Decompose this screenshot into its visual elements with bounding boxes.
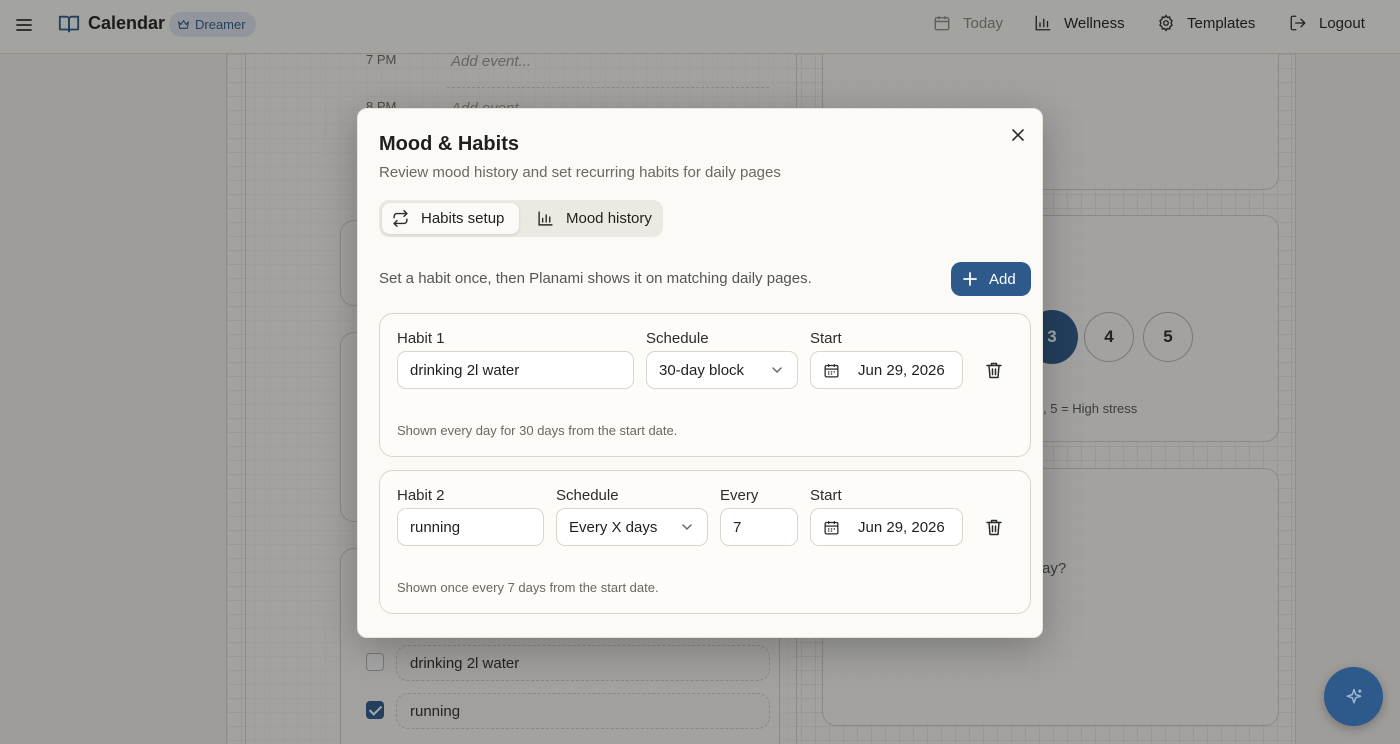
- habit-1-start-value: Jun 29, 2026: [858, 361, 945, 379]
- habit-1-label: Habit 1: [397, 330, 445, 347]
- habit-2-label: Habit 2: [397, 487, 445, 504]
- sparkle-icon: [1346, 688, 1361, 704]
- habit-2-every-input[interactable]: 7: [720, 508, 798, 546]
- chevron-down-icon: [682, 524, 692, 531]
- bar-chart-icon: [538, 211, 553, 226]
- habit-2-schedule-select[interactable]: Every X days: [556, 508, 708, 546]
- add-habit-label: Add: [989, 270, 1016, 288]
- calendar-icon: [824, 363, 839, 378]
- habit-2-start-label: Start: [810, 487, 842, 504]
- calendar-icon: [824, 520, 839, 535]
- close-icon: [1012, 129, 1024, 141]
- habit-1-name-input[interactable]: drinking 2l water: [397, 351, 634, 389]
- habits-intro: Set a habit once, then Planami shows it …: [379, 270, 812, 287]
- habit-2-name-input[interactable]: running: [397, 508, 544, 546]
- habit-1-start-date[interactable]: Jun 29, 2026: [810, 351, 963, 389]
- habit-1-schedule-value: 30-day block: [659, 361, 745, 379]
- habit-1-schedule-label: Schedule: [646, 330, 709, 347]
- dialog-subtitle: Review mood history and set recurring ha…: [379, 164, 781, 181]
- dialog-title: Mood & Habits: [379, 133, 519, 155]
- mood-habits-dialog: Mood & Habits Review mood history and se…: [357, 108, 1043, 638]
- tab-mood-history[interactable]: Mood history: [527, 203, 657, 234]
- habit-card-2: Habit 2 Schedule Every Start running Eve…: [379, 470, 1031, 614]
- habit-1-name-value: drinking 2l water: [410, 361, 520, 379]
- chevron-down-icon: [772, 367, 782, 374]
- add-habit-button[interactable]: Add: [951, 262, 1031, 296]
- habit-1-start-label: Start: [810, 330, 842, 347]
- habit-2-name-value: running: [410, 518, 461, 536]
- habit-2-every-label: Every: [720, 487, 759, 504]
- habit-card-1: Habit 1 Schedule Start drinking 2l water…: [379, 313, 1031, 457]
- habit-2-start-date[interactable]: Jun 29, 2026: [810, 508, 963, 546]
- habit-1-schedule-select[interactable]: 30-day block: [646, 351, 798, 389]
- tab-habits-setup[interactable]: Habits setup: [382, 203, 519, 234]
- repeat-icon: [393, 210, 408, 227]
- assistant-button[interactable]: [1324, 667, 1383, 726]
- trash-icon[interactable]: [986, 362, 1002, 379]
- habit-2-note: Shown once every 7 days from the start d…: [397, 580, 659, 595]
- tab-habits-setup-label: Habits setup: [421, 210, 505, 227]
- close-button[interactable]: [1009, 126, 1027, 144]
- tab-mood-history-label: Mood history: [566, 210, 652, 227]
- habit-2-schedule-value: Every X days: [569, 518, 658, 536]
- plus-icon: [963, 272, 977, 286]
- habit-2-schedule-label: Schedule: [556, 487, 619, 504]
- trash-icon[interactable]: [986, 519, 1002, 536]
- habit-2-start-value: Jun 29, 2026: [858, 518, 945, 536]
- habit-1-note: Shown every day for 30 days from the sta…: [397, 423, 678, 438]
- dialog-tabs: Habits setup Mood history: [379, 200, 663, 237]
- habit-2-every-value: 7: [733, 518, 742, 536]
